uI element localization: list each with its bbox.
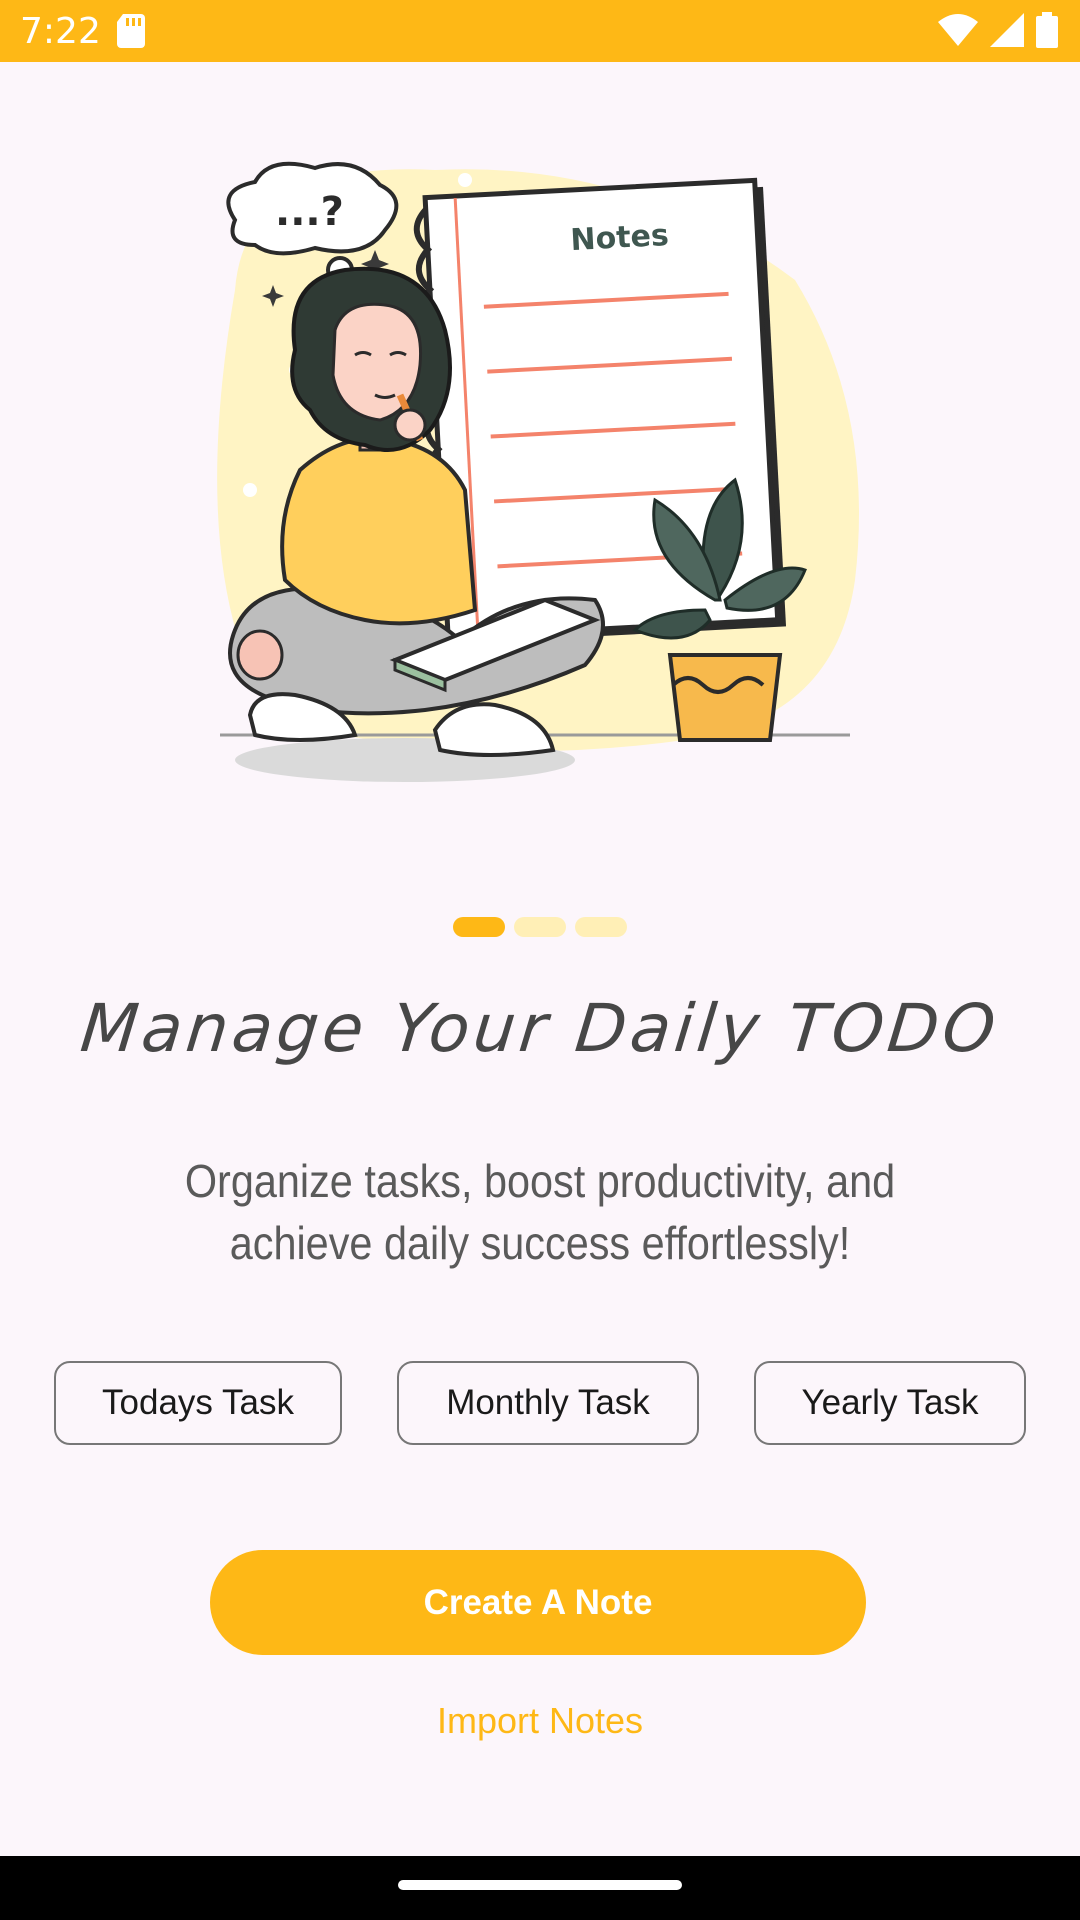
subtitle-line-2: achieve daily success effortlessly! bbox=[229, 1217, 851, 1269]
pager-dot-3[interactable] bbox=[575, 917, 627, 937]
battery-icon bbox=[1036, 12, 1058, 48]
create-note-button[interactable]: Create A Note bbox=[210, 1550, 866, 1655]
pager-dot-2[interactable] bbox=[514, 917, 566, 937]
pager-dot-1[interactable] bbox=[453, 917, 505, 937]
status-time: 7:22 bbox=[20, 10, 101, 52]
svg-text:...?: ...? bbox=[275, 189, 344, 235]
subtitle-line-1: Organize tasks, boost productivity, and bbox=[184, 1155, 896, 1207]
page-title: Manage Your Daily TODO bbox=[77, 990, 1003, 1067]
onboarding-pager bbox=[0, 917, 1080, 937]
page-subtitle: Organize tasks, boost productivity, and … bbox=[144, 1150, 936, 1274]
status-bar: 7:22 bbox=[0, 0, 1080, 62]
wifi-icon bbox=[938, 14, 978, 46]
status-icons bbox=[938, 12, 1058, 48]
yearly-task-chip[interactable]: Yearly Task bbox=[754, 1361, 1026, 1445]
import-notes-link[interactable]: Import Notes bbox=[0, 1700, 1080, 1742]
sd-card-icon bbox=[116, 14, 145, 48]
monthly-task-chip[interactable]: Monthly Task bbox=[397, 1361, 699, 1445]
system-nav-bar bbox=[0, 1856, 1080, 1920]
home-gesture-handle[interactable] bbox=[398, 1880, 682, 1890]
svg-text:Notes: Notes bbox=[570, 218, 670, 258]
signal-icon bbox=[990, 13, 1024, 47]
todays-task-chip[interactable]: Todays Task bbox=[54, 1361, 342, 1445]
woman-thinking-notes-illustration: ...? Notes bbox=[217, 161, 860, 782]
task-filter-chips: Todays Task Monthly Task Yearly Task bbox=[0, 1361, 1080, 1445]
